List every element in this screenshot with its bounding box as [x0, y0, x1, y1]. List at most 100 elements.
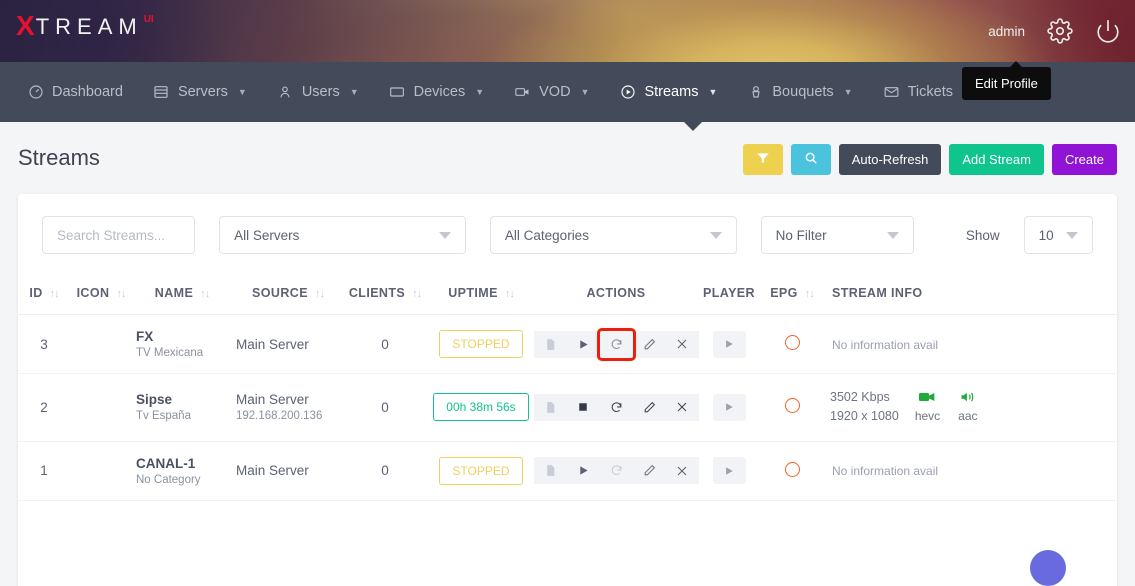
cell-clients: 0: [344, 441, 426, 500]
col-icon[interactable]: ICON↑↓: [70, 272, 132, 315]
sort-icon[interactable]: ↑↓: [116, 288, 125, 300]
auto-refresh-button[interactable]: Auto-Refresh: [839, 144, 942, 175]
servers-select-value: All Servers: [234, 228, 299, 243]
video-codec-label: hevc: [915, 409, 940, 423]
create-button[interactable]: Create: [1052, 144, 1117, 175]
app-logo[interactable]: X TREAM UI: [16, 12, 154, 40]
table-row[interactable]: 2 Sipse Tv España Main Server 192.168.20…: [18, 374, 1117, 442]
page-size-select[interactable]: 10: [1024, 216, 1093, 254]
page-title: Streams: [18, 145, 100, 171]
col-uptime[interactable]: UPTIME↑↓: [426, 272, 536, 315]
file-icon[interactable]: [534, 457, 567, 484]
status-filter-select[interactable]: No Filter: [761, 216, 914, 254]
stop-icon[interactable]: [567, 394, 600, 421]
scroll-top-fab[interactable]: [1030, 550, 1066, 586]
servers-icon: [153, 84, 170, 101]
edit-icon[interactable]: [633, 394, 666, 421]
nav-label-vod: VOD: [539, 84, 570, 100]
servers-select[interactable]: All Servers: [219, 216, 466, 254]
restart-icon[interactable]: [600, 394, 633, 421]
edit-icon[interactable]: [633, 457, 666, 484]
nav-item-servers[interactable]: Servers ▼: [138, 62, 262, 122]
categories-select-value: All Categories: [505, 228, 589, 243]
file-icon[interactable]: [534, 331, 567, 358]
search-input[interactable]: [57, 228, 180, 243]
status-badge: STOPPED: [439, 330, 522, 358]
table-row[interactable]: 1 CANAL-1 No Category Main Server 0 STOP…: [18, 441, 1117, 500]
sort-icon[interactable]: ↑↓: [412, 288, 421, 300]
source-name: Main Server: [236, 337, 340, 352]
codec-group: hevc aac: [915, 391, 978, 423]
epg-circle-icon[interactable]: [785, 398, 800, 413]
add-stream-button[interactable]: Add Stream: [949, 144, 1044, 175]
video-camera-icon: [919, 391, 935, 406]
clear-filters-button[interactable]: [743, 144, 783, 175]
current-user-label[interactable]: admin: [988, 24, 1025, 39]
col-id[interactable]: ID↑↓: [18, 272, 70, 315]
nav-item-streams[interactable]: Streams ▼: [604, 62, 732, 122]
close-icon[interactable]: [666, 331, 699, 358]
cell-id: 1: [18, 441, 70, 500]
restart-icon[interactable]: [600, 457, 633, 484]
page-header: Streams Auto-Refresh Add Stream Create: [0, 122, 1135, 194]
devices-icon: [389, 84, 406, 101]
banner-decoration: [0, 0, 1135, 62]
nav-label-bouquets: Bouquets: [772, 84, 833, 100]
restart-icon[interactable]: [600, 331, 633, 358]
cell-uptime: STOPPED: [426, 315, 536, 374]
cell-source: Main Server: [232, 315, 344, 374]
col-source[interactable]: SOURCE↑↓: [232, 272, 344, 315]
sort-icon[interactable]: ↑↓: [50, 288, 59, 300]
cell-uptime: 00h 38m 56s: [426, 374, 536, 442]
sort-icon[interactable]: ↑↓: [805, 288, 814, 300]
close-icon[interactable]: [666, 394, 699, 421]
search-button[interactable]: [791, 144, 831, 175]
player-play-icon[interactable]: [713, 331, 746, 358]
nav-item-users[interactable]: Users ▼: [262, 62, 374, 122]
filter-clear-icon: [756, 151, 770, 168]
cell-epg: [762, 315, 822, 374]
app-banner: X TREAM UI admin: [0, 0, 1135, 62]
col-name[interactable]: NAME↑↓: [132, 272, 232, 315]
col-epg[interactable]: EPG↑↓: [762, 272, 822, 315]
nav-item-vod[interactable]: VOD ▼: [499, 62, 604, 122]
search-input-wrapper[interactable]: [42, 216, 195, 254]
source-name: Main Server: [236, 463, 340, 478]
epg-circle-icon[interactable]: [785, 462, 800, 477]
search-icon: [804, 151, 818, 168]
cell-name: CANAL-1 No Category: [132, 441, 232, 500]
speaker-icon: [960, 391, 975, 406]
power-icon[interactable]: [1095, 18, 1121, 44]
chevron-down-icon: ▼: [708, 87, 717, 97]
edit-icon[interactable]: [633, 331, 666, 358]
player-play-icon[interactable]: [713, 394, 746, 421]
close-icon[interactable]: [666, 457, 699, 484]
play-icon[interactable]: [567, 457, 600, 484]
sort-icon[interactable]: ↑↓: [505, 288, 514, 300]
play-icon[interactable]: [567, 331, 600, 358]
epg-circle-icon[interactable]: [785, 335, 800, 350]
cell-icon: [70, 374, 132, 442]
sort-icon[interactable]: ↑↓: [315, 288, 324, 300]
table-header-row: ID↑↓ ICON↑↓ NAME↑↓ SOURCE↑↓ CLIENTS↑↓ UP…: [18, 272, 1117, 315]
stream-bitrate-block: 3502 Kbps 1920 x 1080: [830, 388, 899, 427]
col-stream-info: STREAM INFO: [822, 272, 1117, 315]
categories-select[interactable]: All Categories: [490, 216, 737, 254]
gear-icon[interactable]: [1047, 18, 1073, 44]
chevron-down-icon: ▼: [350, 87, 359, 97]
file-icon[interactable]: [534, 394, 567, 421]
cell-source: Main Server: [232, 441, 344, 500]
nav-item-tickets[interactable]: Tickets: [868, 62, 968, 122]
cell-uptime: STOPPED: [426, 441, 536, 500]
table-row[interactable]: 3 FX TV Mexicana Main Server 0 STOPPED: [18, 315, 1117, 374]
stream-name: CANAL-1: [136, 456, 228, 471]
cell-epg: [762, 441, 822, 500]
col-actions: ACTIONS: [536, 272, 696, 315]
nav-item-devices[interactable]: Devices ▼: [374, 62, 500, 122]
col-clients[interactable]: CLIENTS↑↓: [344, 272, 426, 315]
player-play-icon[interactable]: [713, 457, 746, 484]
sort-icon[interactable]: ↑↓: [200, 288, 209, 300]
nav-item-bouquets[interactable]: Bouquets ▼: [732, 62, 867, 122]
nav-item-dashboard[interactable]: Dashboard: [12, 62, 138, 122]
stream-name: FX: [136, 329, 228, 344]
